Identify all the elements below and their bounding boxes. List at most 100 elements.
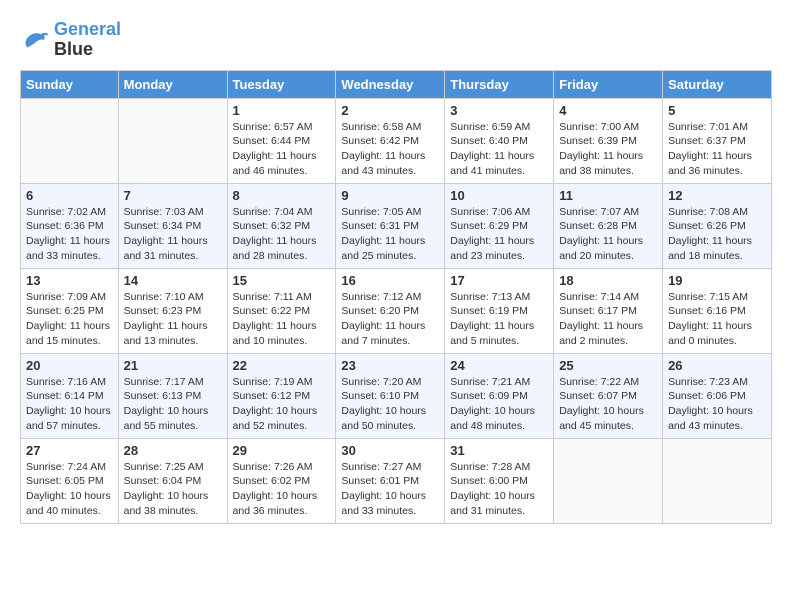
day-cell: 12 Sunrise: 7:08 AMSunset: 6:26 PMDaylig… bbox=[663, 183, 772, 268]
day-cell: 11 Sunrise: 7:07 AMSunset: 6:28 PMDaylig… bbox=[554, 183, 663, 268]
day-info: Sunrise: 7:06 AMSunset: 6:29 PMDaylight:… bbox=[450, 205, 548, 264]
header-wednesday: Wednesday bbox=[336, 70, 445, 98]
day-number: 11 bbox=[559, 188, 657, 203]
day-number: 7 bbox=[124, 188, 222, 203]
day-cell: 27 Sunrise: 7:24 AMSunset: 6:05 PMDaylig… bbox=[21, 438, 119, 523]
day-cell: 16 Sunrise: 7:12 AMSunset: 6:20 PMDaylig… bbox=[336, 268, 445, 353]
logo-icon bbox=[20, 25, 50, 55]
day-number: 16 bbox=[341, 273, 439, 288]
week-row-2: 13 Sunrise: 7:09 AMSunset: 6:25 PMDaylig… bbox=[21, 268, 772, 353]
day-cell: 28 Sunrise: 7:25 AMSunset: 6:04 PMDaylig… bbox=[118, 438, 227, 523]
day-info: Sunrise: 7:21 AMSunset: 6:09 PMDaylight:… bbox=[450, 375, 548, 434]
day-info: Sunrise: 7:11 AMSunset: 6:22 PMDaylight:… bbox=[233, 290, 331, 349]
day-number: 1 bbox=[233, 103, 331, 118]
day-number: 29 bbox=[233, 443, 331, 458]
day-number: 21 bbox=[124, 358, 222, 373]
day-info: Sunrise: 7:25 AMSunset: 6:04 PMDaylight:… bbox=[124, 460, 222, 519]
logo: GeneralBlue bbox=[20, 20, 121, 60]
day-cell bbox=[118, 98, 227, 183]
day-cell: 29 Sunrise: 7:26 AMSunset: 6:02 PMDaylig… bbox=[227, 438, 336, 523]
day-number: 3 bbox=[450, 103, 548, 118]
day-info: Sunrise: 6:58 AMSunset: 6:42 PMDaylight:… bbox=[341, 120, 439, 179]
day-info: Sunrise: 7:23 AMSunset: 6:06 PMDaylight:… bbox=[668, 375, 766, 434]
logo-text: GeneralBlue bbox=[54, 20, 121, 60]
day-cell: 3 Sunrise: 6:59 AMSunset: 6:40 PMDayligh… bbox=[445, 98, 554, 183]
day-info: Sunrise: 7:14 AMSunset: 6:17 PMDaylight:… bbox=[559, 290, 657, 349]
day-cell bbox=[554, 438, 663, 523]
day-number: 28 bbox=[124, 443, 222, 458]
day-info: Sunrise: 7:03 AMSunset: 6:34 PMDaylight:… bbox=[124, 205, 222, 264]
day-cell: 2 Sunrise: 6:58 AMSunset: 6:42 PMDayligh… bbox=[336, 98, 445, 183]
day-cell: 5 Sunrise: 7:01 AMSunset: 6:37 PMDayligh… bbox=[663, 98, 772, 183]
day-number: 31 bbox=[450, 443, 548, 458]
week-row-3: 20 Sunrise: 7:16 AMSunset: 6:14 PMDaylig… bbox=[21, 353, 772, 438]
day-info: Sunrise: 7:27 AMSunset: 6:01 PMDaylight:… bbox=[341, 460, 439, 519]
day-cell: 21 Sunrise: 7:17 AMSunset: 6:13 PMDaylig… bbox=[118, 353, 227, 438]
day-cell bbox=[21, 98, 119, 183]
day-cell: 7 Sunrise: 7:03 AMSunset: 6:34 PMDayligh… bbox=[118, 183, 227, 268]
day-info: Sunrise: 7:00 AMSunset: 6:39 PMDaylight:… bbox=[559, 120, 657, 179]
day-info: Sunrise: 7:22 AMSunset: 6:07 PMDaylight:… bbox=[559, 375, 657, 434]
day-info: Sunrise: 7:12 AMSunset: 6:20 PMDaylight:… bbox=[341, 290, 439, 349]
day-info: Sunrise: 7:09 AMSunset: 6:25 PMDaylight:… bbox=[26, 290, 113, 349]
day-number: 20 bbox=[26, 358, 113, 373]
day-number: 8 bbox=[233, 188, 331, 203]
calendar-table: SundayMondayTuesdayWednesdayThursdayFrid… bbox=[20, 70, 772, 524]
day-cell: 30 Sunrise: 7:27 AMSunset: 6:01 PMDaylig… bbox=[336, 438, 445, 523]
day-number: 30 bbox=[341, 443, 439, 458]
day-cell: 22 Sunrise: 7:19 AMSunset: 6:12 PMDaylig… bbox=[227, 353, 336, 438]
day-number: 14 bbox=[124, 273, 222, 288]
header-saturday: Saturday bbox=[663, 70, 772, 98]
day-cell: 24 Sunrise: 7:21 AMSunset: 6:09 PMDaylig… bbox=[445, 353, 554, 438]
day-number: 2 bbox=[341, 103, 439, 118]
day-info: Sunrise: 7:28 AMSunset: 6:00 PMDaylight:… bbox=[450, 460, 548, 519]
day-info: Sunrise: 6:57 AMSunset: 6:44 PMDaylight:… bbox=[233, 120, 331, 179]
day-cell: 23 Sunrise: 7:20 AMSunset: 6:10 PMDaylig… bbox=[336, 353, 445, 438]
day-number: 24 bbox=[450, 358, 548, 373]
day-info: Sunrise: 7:10 AMSunset: 6:23 PMDaylight:… bbox=[124, 290, 222, 349]
day-cell: 8 Sunrise: 7:04 AMSunset: 6:32 PMDayligh… bbox=[227, 183, 336, 268]
page-header: GeneralBlue bbox=[20, 20, 772, 60]
day-cell: 13 Sunrise: 7:09 AMSunset: 6:25 PMDaylig… bbox=[21, 268, 119, 353]
header-thursday: Thursday bbox=[445, 70, 554, 98]
day-cell: 18 Sunrise: 7:14 AMSunset: 6:17 PMDaylig… bbox=[554, 268, 663, 353]
day-cell: 26 Sunrise: 7:23 AMSunset: 6:06 PMDaylig… bbox=[663, 353, 772, 438]
day-info: Sunrise: 7:20 AMSunset: 6:10 PMDaylight:… bbox=[341, 375, 439, 434]
day-cell: 25 Sunrise: 7:22 AMSunset: 6:07 PMDaylig… bbox=[554, 353, 663, 438]
day-number: 25 bbox=[559, 358, 657, 373]
header-row: SundayMondayTuesdayWednesdayThursdayFrid… bbox=[21, 70, 772, 98]
day-cell: 6 Sunrise: 7:02 AMSunset: 6:36 PMDayligh… bbox=[21, 183, 119, 268]
day-number: 17 bbox=[450, 273, 548, 288]
day-info: Sunrise: 7:19 AMSunset: 6:12 PMDaylight:… bbox=[233, 375, 331, 434]
day-info: Sunrise: 7:04 AMSunset: 6:32 PMDaylight:… bbox=[233, 205, 331, 264]
day-info: Sunrise: 7:13 AMSunset: 6:19 PMDaylight:… bbox=[450, 290, 548, 349]
day-cell: 1 Sunrise: 6:57 AMSunset: 6:44 PMDayligh… bbox=[227, 98, 336, 183]
day-info: Sunrise: 7:17 AMSunset: 6:13 PMDaylight:… bbox=[124, 375, 222, 434]
day-cell: 20 Sunrise: 7:16 AMSunset: 6:14 PMDaylig… bbox=[21, 353, 119, 438]
week-row-4: 27 Sunrise: 7:24 AMSunset: 6:05 PMDaylig… bbox=[21, 438, 772, 523]
day-number: 18 bbox=[559, 273, 657, 288]
day-cell: 14 Sunrise: 7:10 AMSunset: 6:23 PMDaylig… bbox=[118, 268, 227, 353]
day-info: Sunrise: 7:08 AMSunset: 6:26 PMDaylight:… bbox=[668, 205, 766, 264]
day-info: Sunrise: 7:02 AMSunset: 6:36 PMDaylight:… bbox=[26, 205, 113, 264]
day-number: 5 bbox=[668, 103, 766, 118]
day-number: 19 bbox=[668, 273, 766, 288]
week-row-0: 1 Sunrise: 6:57 AMSunset: 6:44 PMDayligh… bbox=[21, 98, 772, 183]
day-info: Sunrise: 7:01 AMSunset: 6:37 PMDaylight:… bbox=[668, 120, 766, 179]
day-info: Sunrise: 7:26 AMSunset: 6:02 PMDaylight:… bbox=[233, 460, 331, 519]
week-row-1: 6 Sunrise: 7:02 AMSunset: 6:36 PMDayligh… bbox=[21, 183, 772, 268]
header-friday: Friday bbox=[554, 70, 663, 98]
day-cell: 15 Sunrise: 7:11 AMSunset: 6:22 PMDaylig… bbox=[227, 268, 336, 353]
day-cell: 31 Sunrise: 7:28 AMSunset: 6:00 PMDaylig… bbox=[445, 438, 554, 523]
day-cell: 4 Sunrise: 7:00 AMSunset: 6:39 PMDayligh… bbox=[554, 98, 663, 183]
day-cell: 10 Sunrise: 7:06 AMSunset: 6:29 PMDaylig… bbox=[445, 183, 554, 268]
day-number: 13 bbox=[26, 273, 113, 288]
day-cell: 19 Sunrise: 7:15 AMSunset: 6:16 PMDaylig… bbox=[663, 268, 772, 353]
day-number: 12 bbox=[668, 188, 766, 203]
day-number: 22 bbox=[233, 358, 331, 373]
day-number: 15 bbox=[233, 273, 331, 288]
day-info: Sunrise: 7:16 AMSunset: 6:14 PMDaylight:… bbox=[26, 375, 113, 434]
day-info: Sunrise: 7:05 AMSunset: 6:31 PMDaylight:… bbox=[341, 205, 439, 264]
header-sunday: Sunday bbox=[21, 70, 119, 98]
day-number: 27 bbox=[26, 443, 113, 458]
